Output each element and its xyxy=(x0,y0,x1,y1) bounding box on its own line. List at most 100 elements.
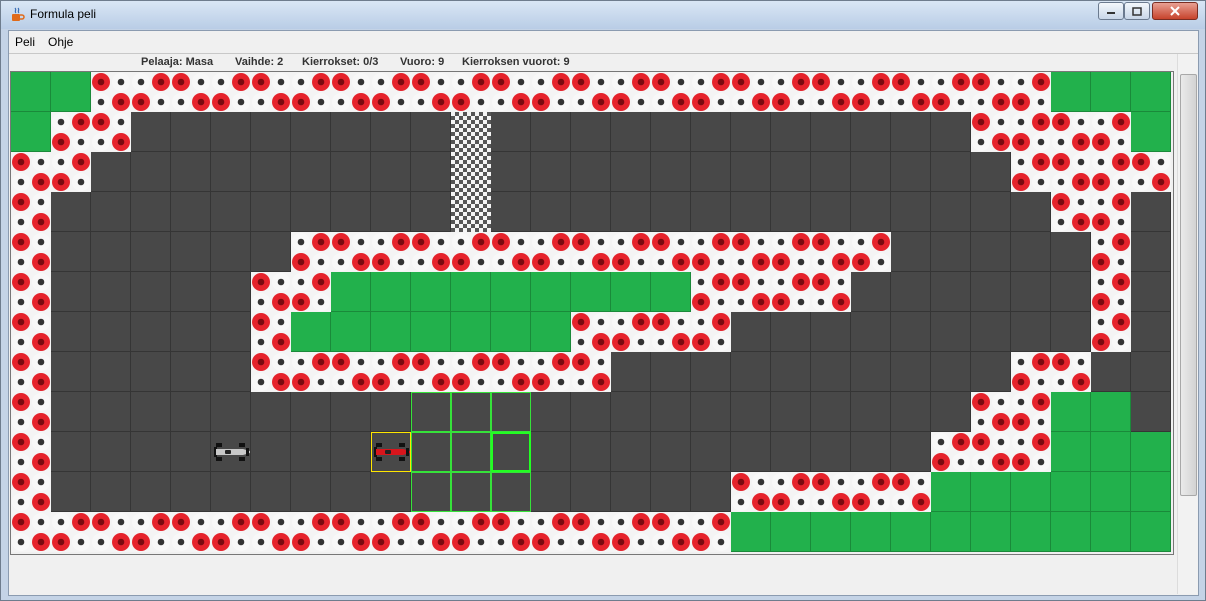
tyre-wall-tile[interactable] xyxy=(1131,152,1171,192)
road-tile[interactable] xyxy=(811,192,851,232)
road-tile[interactable] xyxy=(1011,272,1051,312)
road-tile[interactable] xyxy=(171,152,211,192)
road-tile[interactable] xyxy=(891,312,931,352)
road-tile[interactable] xyxy=(571,152,611,192)
road-tile[interactable] xyxy=(371,432,411,472)
grass-tile[interactable] xyxy=(1131,512,1171,552)
tyre-wall-tile[interactable] xyxy=(1011,432,1051,472)
tyre-wall-tile[interactable] xyxy=(771,472,811,512)
road-tile[interactable] xyxy=(91,432,131,472)
grass-tile[interactable] xyxy=(891,512,931,552)
road-tile[interactable] xyxy=(771,152,811,192)
tyre-wall-tile[interactable] xyxy=(771,272,811,312)
road-tile[interactable] xyxy=(931,392,971,432)
tyre-wall-tile[interactable] xyxy=(451,232,491,272)
tyre-wall-tile[interactable] xyxy=(971,432,1011,472)
road-tile[interactable] xyxy=(691,192,731,232)
tyre-wall-tile[interactable] xyxy=(11,192,51,232)
tyre-wall-tile[interactable] xyxy=(771,232,811,272)
tyre-wall-tile[interactable] xyxy=(1051,192,1091,232)
road-tile[interactable] xyxy=(531,432,571,472)
road-tile[interactable] xyxy=(611,352,651,392)
tyre-wall-tile[interactable] xyxy=(51,152,91,192)
road-tile[interactable] xyxy=(251,432,291,472)
road-tile[interactable] xyxy=(571,392,611,432)
road-tile[interactable] xyxy=(811,392,851,432)
road-tile[interactable] xyxy=(971,272,1011,312)
tyre-wall-tile[interactable] xyxy=(11,472,51,512)
tyre-wall-tile[interactable] xyxy=(171,72,211,112)
road-tile[interactable] xyxy=(331,192,371,232)
road-tile[interactable] xyxy=(651,392,691,432)
tyre-wall-tile[interactable] xyxy=(771,72,811,112)
tyre-wall-tile[interactable] xyxy=(811,472,851,512)
road-tile[interactable] xyxy=(51,352,91,392)
road-tile[interactable] xyxy=(171,192,211,232)
grass-tile[interactable] xyxy=(451,272,491,312)
grass-tile[interactable] xyxy=(931,472,971,512)
tyre-wall-tile[interactable] xyxy=(531,512,571,552)
road-tile[interactable] xyxy=(851,112,891,152)
tyre-wall-tile[interactable] xyxy=(11,312,51,352)
road-tile[interactable] xyxy=(651,192,691,232)
road-tile[interactable] xyxy=(691,392,731,432)
road-tile[interactable] xyxy=(851,312,891,352)
tyre-wall-tile[interactable] xyxy=(611,72,651,112)
road-tile[interactable] xyxy=(731,112,771,152)
tyre-wall-tile[interactable] xyxy=(571,72,611,112)
road-tile[interactable] xyxy=(691,152,731,192)
road-tile[interactable] xyxy=(211,432,251,472)
menu-ohje[interactable]: Ohje xyxy=(48,35,73,49)
road-tile[interactable] xyxy=(331,472,371,512)
grass-tile[interactable] xyxy=(331,272,371,312)
maximize-button[interactable] xyxy=(1124,2,1150,20)
road-tile[interactable] xyxy=(811,312,851,352)
grass-tile[interactable] xyxy=(11,112,51,152)
road-tile[interactable] xyxy=(211,352,251,392)
road-tile[interactable] xyxy=(371,192,411,232)
road-tile[interactable] xyxy=(611,192,651,232)
grass-tile[interactable] xyxy=(1131,72,1171,112)
tyre-wall-tile[interactable] xyxy=(451,512,491,552)
road-tile[interactable] xyxy=(331,392,371,432)
road-tile[interactable] xyxy=(651,432,691,472)
tyre-wall-tile[interactable] xyxy=(1011,112,1051,152)
road-tile[interactable] xyxy=(1011,312,1051,352)
tyre-wall-tile[interactable] xyxy=(91,512,131,552)
tyre-wall-tile[interactable] xyxy=(531,72,571,112)
tyre-wall-tile[interactable] xyxy=(691,232,731,272)
tyre-wall-tile[interactable] xyxy=(811,72,851,112)
road-tile[interactable] xyxy=(611,392,651,432)
tyre-wall-tile[interactable] xyxy=(251,312,291,352)
road-tile[interactable] xyxy=(131,232,171,272)
road-tile[interactable] xyxy=(1051,312,1091,352)
grass-tile[interactable] xyxy=(731,512,771,552)
road-tile[interactable] xyxy=(171,312,211,352)
grass-tile[interactable] xyxy=(1051,512,1091,552)
road-tile[interactable] xyxy=(731,432,771,472)
move-option-tile[interactable] xyxy=(411,472,451,512)
road-tile[interactable] xyxy=(851,392,891,432)
grass-tile[interactable] xyxy=(1091,512,1131,552)
road-tile[interactable] xyxy=(811,352,851,392)
road-tile[interactable] xyxy=(91,152,131,192)
road-tile[interactable] xyxy=(651,352,691,392)
tyre-wall-tile[interactable] xyxy=(11,512,51,552)
tyre-wall-tile[interactable] xyxy=(1091,112,1131,152)
tyre-wall-tile[interactable] xyxy=(331,352,371,392)
tyre-wall-tile[interactable] xyxy=(691,272,731,312)
road-tile[interactable] xyxy=(531,112,571,152)
road-tile[interactable] xyxy=(51,232,91,272)
tyre-wall-tile[interactable] xyxy=(931,72,971,112)
tyre-wall-tile[interactable] xyxy=(851,472,891,512)
road-tile[interactable] xyxy=(571,432,611,472)
road-tile[interactable] xyxy=(91,312,131,352)
tyre-wall-tile[interactable] xyxy=(491,232,531,272)
grass-tile[interactable] xyxy=(531,312,571,352)
grass-tile[interactable] xyxy=(931,512,971,552)
tyre-wall-tile[interactable] xyxy=(331,72,371,112)
road-tile[interactable] xyxy=(971,352,1011,392)
move-option-tile[interactable] xyxy=(491,392,531,432)
road-tile[interactable] xyxy=(1011,192,1051,232)
tyre-wall-tile[interactable] xyxy=(1051,352,1091,392)
